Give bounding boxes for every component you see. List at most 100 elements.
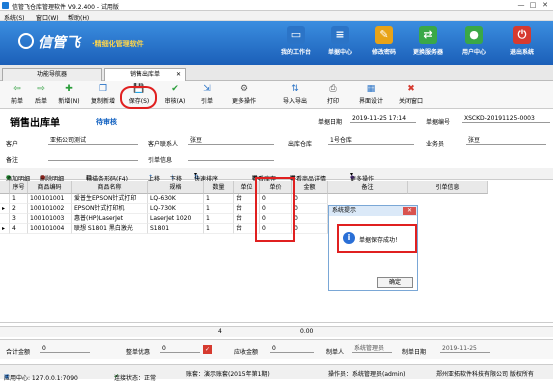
print-button[interactable]: ⎙ 打印 (320, 83, 346, 107)
window-title: 信管飞仓库管理软件 V9.2.400 - 试用版 (12, 4, 119, 11)
desktop-icon: ▭ (287, 26, 305, 44)
nav-user-center[interactable]: ● 用户中心 (452, 24, 496, 62)
tab-close-icon[interactable]: ✕ (176, 69, 181, 81)
toolbar: ⇦ 前单 ⇨ 后单 ✚ 新增(N) ❐ 复制新增 💾 保存(S) ✔ 审核(A) ⇲ 引单 ⚙… (0, 81, 553, 109)
table-cell[interactable]: 爱普生EPSON针式打印 (72, 194, 148, 204)
customer-field[interactable]: 亚拓公司测试 (48, 136, 138, 145)
doc-no-field[interactable]: XSCKD-20191125-0003 (462, 114, 550, 123)
maker-label: 制单人 (326, 349, 345, 356)
table-cell[interactable]: 0 (292, 204, 328, 214)
total-label: 合计金额 (6, 349, 31, 356)
column-header[interactable]: 规格 (148, 181, 204, 194)
table-cell[interactable]: 0 (292, 194, 328, 204)
table-cell[interactable]: 4 (10, 224, 28, 234)
table-cell[interactable]: 0 (292, 214, 328, 224)
row-indicator-header (0, 181, 10, 194)
table-cell[interactable]: 惠普(HP)LaserJet (72, 214, 148, 224)
nav-change-password[interactable]: ✎ 修改密码 (362, 24, 406, 62)
date-field[interactable]: 2019-11-25 17:14 (350, 114, 416, 123)
table-cell[interactable]: 1 (10, 194, 28, 204)
table-cell[interactable]: 3 (10, 214, 28, 224)
order-info-field[interactable] (188, 152, 274, 161)
table-cell[interactable]: LQ-730K (148, 204, 204, 214)
receivable-field[interactable]: 0 (270, 344, 314, 353)
table-cell[interactable]: LQ-630K (148, 194, 204, 204)
table-cell[interactable]: 1 (204, 194, 234, 204)
receivable-label: 应收金额 (234, 349, 259, 356)
prev-button[interactable]: ⇦ 前单 (6, 83, 28, 107)
nav-exit[interactable]: ⏻ 退出系统 (500, 24, 544, 62)
print-icon: ⎙ (329, 84, 337, 94)
document-footer: 合计金额 0 整单优惠 0 ✓ 应收金额 0 制单人 系统管理员 制单日期 20… (0, 339, 553, 359)
account-set-status: 账套：演示账套(2015年第1期) (186, 371, 270, 378)
grid-more-actions-button[interactable]: ◆ 更多操作 ▾ (350, 171, 374, 183)
add-button[interactable]: ✚ 新增(N) (56, 83, 82, 107)
table-cell[interactable]: 100101001 (28, 194, 72, 204)
menu-bar: 系统(S) 窗口(W) 帮助(H) (0, 11, 553, 22)
tab-function-navigator[interactable]: 功能导航器 (2, 68, 102, 81)
table-cell[interactable]: LaserJet 1020 (148, 214, 204, 224)
column-header[interactable]: 数量 (204, 181, 234, 194)
table-cell[interactable]: S1801 (148, 224, 204, 234)
dialog-close-button[interactable]: ✕ (403, 207, 416, 215)
maximize-button[interactable]: □ (528, 1, 538, 9)
table-cell[interactable]: 联想 S1801 黑白激光 (72, 224, 148, 234)
copy-add-button[interactable]: ❐ 复制新增 (86, 83, 120, 107)
total-quantity: 4 (218, 328, 222, 335)
server-icon: ⇄ (419, 26, 437, 44)
copyright: 郑州亚拓软件科技有限公司 版权所有 (436, 371, 534, 378)
table-cell[interactable]: 2 (10, 204, 28, 214)
salesman-label: 业务员 (426, 141, 445, 148)
copy-icon: ❐ (98, 84, 108, 94)
import-export-button[interactable]: ⇅ 导入导出 (278, 83, 312, 107)
customer-label: 客户 (6, 141, 19, 148)
discount-label: 整单优惠 (126, 349, 151, 356)
power-icon: ⏻ (513, 26, 531, 44)
nav-change-server[interactable]: ⇄ 更换服务器 (406, 24, 450, 62)
remark-label: 备注 (6, 157, 19, 164)
password-icon: ✎ (375, 26, 393, 44)
nav-workbench[interactable]: ▭ 我的工作台 (274, 24, 318, 62)
column-header[interactable]: 备注 (328, 181, 408, 194)
salesman-field[interactable]: 张豆 (466, 136, 546, 145)
table-cell[interactable]: 100101002 (28, 204, 72, 214)
nav-document-center[interactable]: ≡ 单据中心 (318, 24, 362, 62)
total-amount: 0.00 (300, 328, 314, 335)
order-info-label: 引单信息 (148, 157, 173, 164)
column-header[interactable]: 商品编码 (28, 181, 72, 194)
message-dialog: 系统提示 ✕ i 单据保存成功！ 确定 (328, 205, 418, 291)
approve-button[interactable]: ✔ 审核(A) (160, 83, 190, 107)
close-window-button[interactable]: ✖ 关闭窗口 (394, 83, 428, 107)
info-icon: i (343, 232, 355, 244)
table-cell[interactable]: 1 (204, 214, 234, 224)
next-button[interactable]: ⇨ 后单 (30, 83, 52, 107)
ok-button[interactable]: 确定 (377, 277, 413, 288)
next-icon: ⇨ (37, 84, 45, 94)
column-header[interactable]: 商品名称 (72, 181, 148, 194)
make-date-label: 制单日期 (402, 349, 427, 356)
column-header[interactable]: 金额 (292, 181, 328, 194)
minimize-button[interactable]: — (516, 1, 526, 9)
column-header[interactable]: 序号 (10, 181, 28, 194)
table-cell[interactable]: 0 (292, 224, 328, 234)
table-cell[interactable]: 100101003 (28, 214, 72, 224)
close-button[interactable]: ✕ (540, 1, 550, 9)
warehouse-field[interactable]: 1号仓库 (328, 136, 414, 145)
total-field[interactable]: 0 (40, 344, 90, 353)
import-order-button[interactable]: ⇲ 引单 (194, 83, 220, 107)
discount-icon[interactable]: ✓ (203, 345, 212, 354)
more-actions-button[interactable]: ⚙ 更多操作 (226, 83, 262, 107)
table-cell[interactable]: 100101004 (28, 224, 72, 234)
table-cell[interactable]: EPSON针式打印机 (72, 204, 148, 214)
remark-field[interactable] (48, 152, 138, 161)
brand-name: 信管飞 (38, 35, 80, 51)
contact-field[interactable]: 张豆 (188, 136, 274, 145)
table-cell[interactable]: 1 (204, 204, 234, 214)
tab-sales-outbound[interactable]: 销售出库单 ✕ (104, 68, 186, 81)
ui-design-button[interactable]: ▦ 界面设计 (354, 83, 388, 107)
table-cell[interactable]: 1 (204, 224, 234, 234)
warehouse-label: 出库仓库 (288, 141, 313, 148)
column-header[interactable]: 引单信息 (408, 181, 488, 194)
discount-field[interactable]: 0 (160, 344, 200, 353)
quick-sort-button[interactable]: ⇅ 快速排序 ▾ (194, 171, 218, 183)
